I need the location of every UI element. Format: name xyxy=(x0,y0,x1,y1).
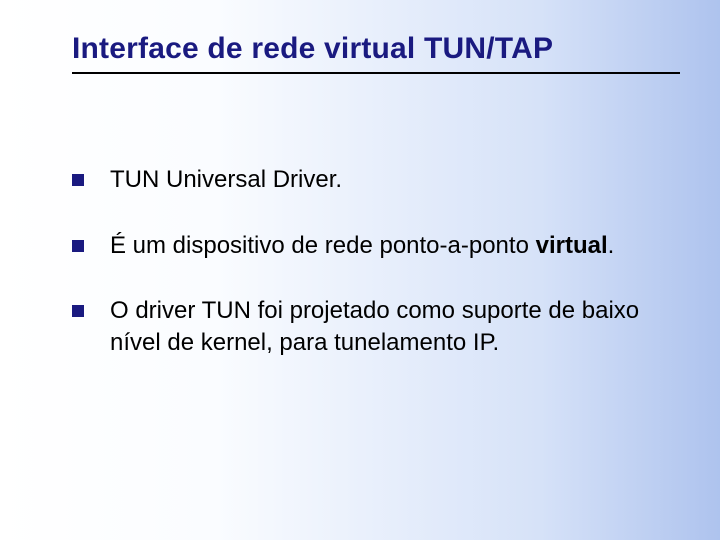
bullet-text-bold: virtual xyxy=(536,232,608,259)
slide-title: Interface de rede virtual TUN/TAP xyxy=(72,32,680,74)
slide: Interface de rede virtual TUN/TAP TUN Un… xyxy=(0,0,720,540)
bullet-list: TUN Universal Driver. É um dispositivo d… xyxy=(72,164,680,359)
list-item: O driver TUN foi projetado como suporte … xyxy=(72,295,680,358)
list-item: TUN Universal Driver. xyxy=(72,164,680,196)
bullet-text: O driver TUN foi projetado como suporte … xyxy=(110,297,639,356)
bullet-text-suffix: . xyxy=(608,232,615,259)
bullet-text-prefix: É um dispositivo de rede ponto-a-ponto xyxy=(110,232,536,259)
list-item: É um dispositivo de rede ponto-a-ponto v… xyxy=(72,230,680,262)
bullet-text: TUN Universal Driver. xyxy=(110,166,342,193)
